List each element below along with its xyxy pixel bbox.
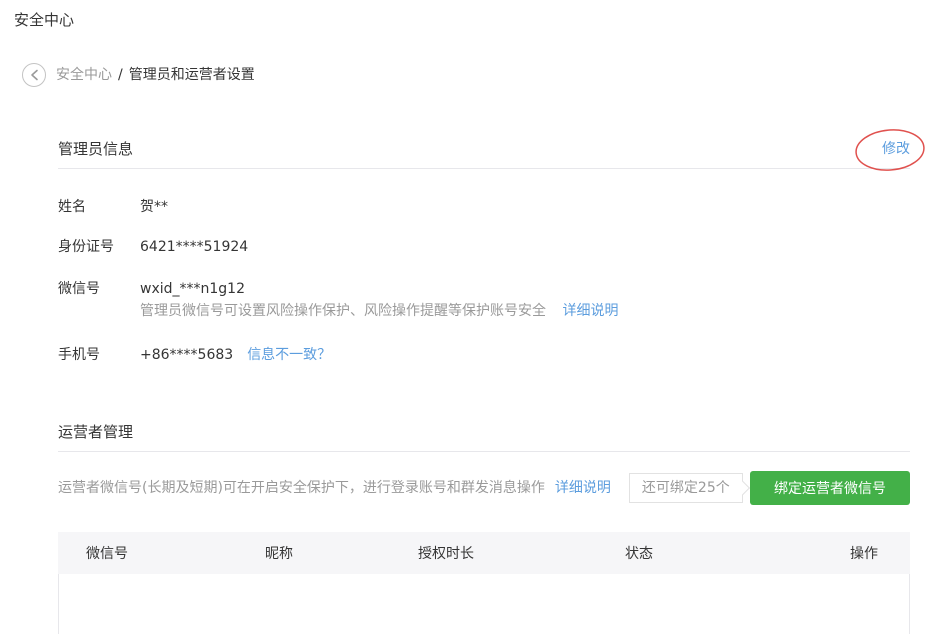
operator-action-row: 运营者微信号(长期及短期)可在开启安全保护下，进行登录账号和群发消息操作 详细说… [58,471,910,505]
field-row-wechat-id: 微信号 wxid_***n1g12 管理员微信号可设置风险操作保护、风险操作提醒… [58,279,910,321]
wechat-id-helper-text: 管理员微信号可设置风险操作保护、风险操作提醒等保护账号安全 [140,303,546,319]
bubble-tail [736,481,750,495]
operator-description: 运营者微信号(长期及短期)可在开启安全保护下，进行登录账号和群发消息操作 [58,478,545,498]
col-header-actions: 操作 [810,543,910,563]
operator-section-header: 运营者管理 [58,422,910,452]
field-wechat-id-block: wxid_***n1g12 管理员微信号可设置风险操作保护、风险操作提醒等保护账… [140,279,618,321]
page-title: 安全中心 [14,11,935,29]
back-button[interactable] [22,63,46,87]
field-row-id-number: 身份证号 6421****51924 [58,237,910,257]
field-row-phone: 手机号 +86****5683 信息不一致？ [58,345,910,365]
admin-info-title: 管理员信息 [58,139,133,159]
operator-table: 微信号 昵称 授权时长 状态 操作 [58,532,910,634]
operator-section-title: 运营者管理 [58,422,133,442]
operator-detail-link[interactable]: 详细说明 [555,478,611,498]
field-value-wechat-id: wxid_***n1g12 [140,279,618,299]
quota-bubble: 还可绑定25个 [629,473,743,503]
field-value-id-number: 6421****51924 [140,237,248,257]
field-label-wechat-id: 微信号 [58,279,140,321]
field-value-phone: +86****5683 [140,345,233,365]
wechat-id-detail-link[interactable]: 详细说明 [562,303,618,319]
col-header-auth-duration: 授权时长 [418,543,625,563]
wechat-id-helper: 管理员微信号可设置风险操作保护、风险操作提醒等保护账号安全 详细说明 [140,301,618,321]
operator-table-body-empty [58,574,910,634]
operator-table-header: 微信号 昵称 授权时长 状态 操作 [58,532,910,574]
breadcrumb: 安全中心 / 管理员和运营者设置 [22,63,935,87]
breadcrumb-separator: / [118,65,123,85]
field-row-name: 姓名 贺** [58,197,910,217]
chevron-left-icon [30,69,39,81]
info-mismatch-link[interactable]: 信息不一致？ [247,345,331,365]
breadcrumb-current: 管理员和运营者设置 [129,65,255,85]
col-header-wechat-id: 微信号 [58,543,265,563]
breadcrumb-parent[interactable]: 安全中心 [56,65,112,85]
bind-operator-button[interactable]: 绑定运营者微信号 [750,471,910,505]
field-label-id-number: 身份证号 [58,237,140,257]
main-content: 管理员信息 修改 姓名 贺** 身份证号 6421****51924 微信号 w… [58,139,910,634]
field-label-name: 姓名 [58,197,140,217]
quota-bubble-text: 还可绑定25个 [642,480,730,496]
col-header-nickname: 昵称 [265,543,418,563]
field-value-name: 贺** [140,197,168,217]
col-header-status: 状态 [625,543,810,563]
modify-link[interactable]: 修改 [882,139,910,159]
field-label-phone: 手机号 [58,345,140,365]
admin-info-section-header: 管理员信息 修改 [58,139,910,169]
